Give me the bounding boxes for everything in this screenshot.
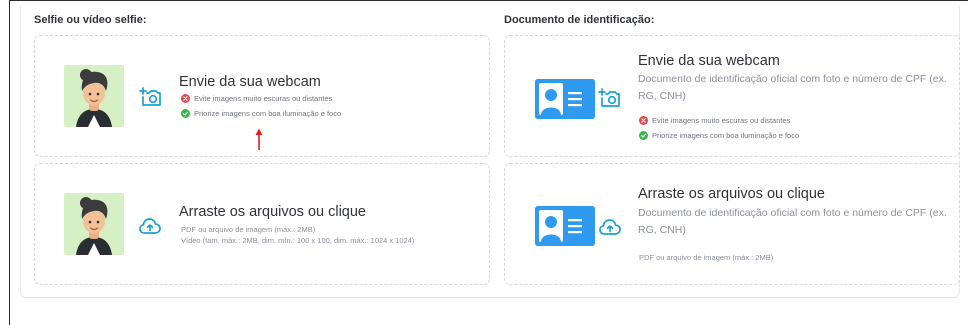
selfie-avatar-illustration [64, 193, 124, 255]
error-circle-icon [639, 115, 648, 125]
selfie-rule-avoid-text: Evite imagens muito escuras ou distantes [194, 94, 333, 103]
id-card-illustration [535, 79, 595, 119]
selfie-section-title: Selfie ou vídeo selfie: [34, 14, 147, 26]
document-rule-avoid-text: Evite imagens muito escuras ou distantes [652, 116, 791, 125]
selfie-upload-title: Arraste os arquivos ou clique [179, 204, 366, 220]
selfie-rule-prioritize-text: Priorize imagens com boa iluminação e fo… [194, 109, 342, 118]
camera-plus-icon[interactable] [598, 86, 622, 110]
error-circle-icon [181, 93, 190, 103]
cloud-upload-icon[interactable] [138, 214, 162, 238]
document-webcam-card[interactable]: Envie da sua webcam Documento de identif… [504, 35, 960, 157]
check-circle-icon [639, 130, 648, 140]
document-upload-card[interactable]: Arraste os arquivos ou clique Documento … [504, 163, 960, 285]
selfie-rule-avoid: Evite imagens muito escuras ou distantes [181, 93, 332, 105]
document-rule-prioritize-text: Priorize imagens com boa iluminação e fo… [652, 131, 800, 140]
camera-plus-icon[interactable] [139, 85, 163, 109]
document-upload-hint: PDF ou arquivo de imagem (máx.: 2MB) [639, 253, 774, 262]
selfie-avatar-illustration [64, 65, 124, 127]
document-webcam-description: Documento de identificação oficial com f… [638, 73, 947, 102]
selfie-upload-card[interactable]: Arraste os arquivos ou clique PDF ou arq… [34, 163, 490, 285]
document-webcam-title: Envie da sua webcam [638, 53, 780, 69]
document-rule-avoid: Evite imagens muito escuras ou distantes [639, 115, 790, 127]
selfie-upload-hint-video: Vídeo (tam. máx.: 2MB, dim. mín.: 100 x … [181, 236, 415, 245]
selfie-webcam-title: Envie da sua webcam [179, 74, 321, 90]
document-rule-prioritize: Priorize imagens com boa iluminação e fo… [639, 130, 799, 142]
document-upload-description: Documento de identificação oficial com f… [638, 207, 947, 236]
check-circle-icon [181, 108, 190, 118]
selfie-rule-prioritize: Priorize imagens com boa iluminação e fo… [181, 108, 341, 120]
id-card-illustration [535, 206, 595, 246]
selfie-upload-hint-file: PDF ou arquivo de imagem (máx.: 2MB) [181, 225, 316, 234]
document-section-title: Documento de identificação: [504, 14, 655, 26]
document-upload-title: Arraste os arquivos ou clique [638, 186, 825, 202]
cloud-upload-icon[interactable] [598, 215, 622, 239]
annotation-arrow-icon [254, 128, 264, 150]
